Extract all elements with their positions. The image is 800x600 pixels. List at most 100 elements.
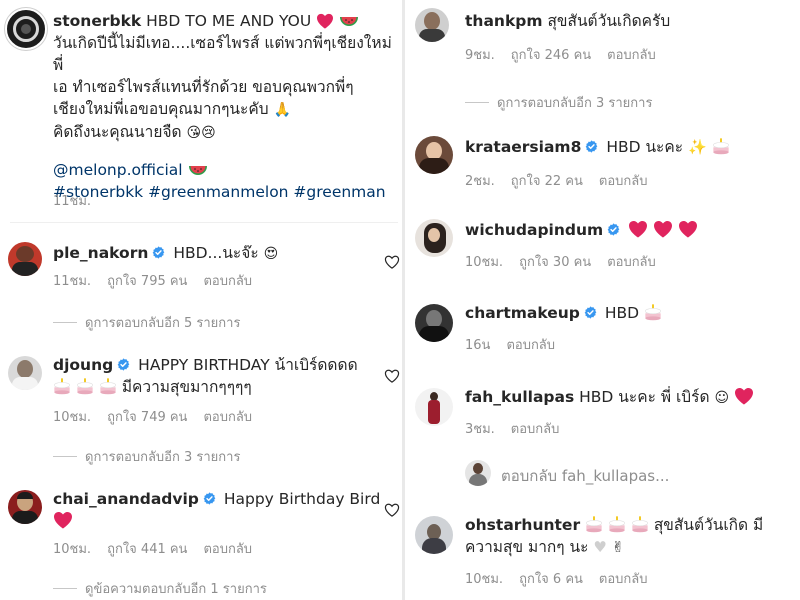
cake-emoji-icon — [644, 303, 662, 321]
reply-button[interactable]: ตอบกลับ — [203, 410, 252, 425]
avatar[interactable] — [5, 8, 47, 50]
smile-emoji-icon: ☺ — [714, 390, 730, 406]
post-caption: stonerbkk HBD TO ME AND YOU วันเกิดปีนี้… — [0, 0, 400, 209]
watermelon-emoji-icon — [339, 15, 359, 29]
reply-preview-text: ตอบกลับ fah_kullapas... — [501, 467, 670, 485]
avatar[interactable] — [415, 136, 453, 174]
victory-hand-emoji-icon: ✌ — [611, 538, 625, 556]
sparkles-emoji-icon: ✨ — [688, 138, 707, 156]
praying-hands-emoji-icon: 🙏 — [273, 102, 291, 118]
like-count[interactable]: ถูกใจ 246 คน — [511, 48, 591, 63]
view-replies-link[interactable]: ดูการตอบกลับอีก 5 รายการ — [53, 312, 240, 333]
like-count[interactable]: ถูกใจ 441 คน — [107, 542, 187, 557]
comment-time: 2ชม. — [465, 174, 495, 189]
heart-emoji-icon — [653, 220, 673, 238]
comment-item: djoung HAPPY BIRTHDAY น้าเบิร์ดดดด มีควา… — [0, 348, 400, 465]
like-count[interactable]: ถูกใจ 795 คน — [107, 274, 187, 289]
reply-button[interactable]: ตอบกลับ — [506, 338, 555, 353]
verified-badge-icon — [607, 223, 620, 236]
comment-time: 11ชม. — [53, 274, 92, 289]
reply-preview[interactable]: ตอบกลับ fah_kullapas... — [405, 458, 800, 488]
view-replies-link[interactable]: ดูข้อความตอบกลับอีก 1 รายการ — [53, 578, 267, 599]
view-replies-label: ดูการตอบกลับอีก 3 รายการ — [497, 96, 653, 111]
comment-username[interactable]: chai_anandadvip — [53, 490, 199, 508]
comment-time: 10ชม. — [53, 410, 92, 425]
avatar[interactable] — [415, 8, 449, 42]
comment-username[interactable]: krataersiam8 — [465, 138, 581, 156]
comment-text-line-1: สุขสันต์วันเกิด มี — [653, 516, 764, 534]
cake-emoji-icon — [712, 137, 730, 155]
comment-time: 3ชม. — [465, 422, 495, 437]
reply-button[interactable]: ตอบกลับ — [607, 255, 656, 270]
comment-text-line-2: ความสุข มากๆ นะ — [465, 538, 589, 556]
caption-text: stonerbkk HBD TO ME AND YOU วันเกิดปีนี้… — [53, 10, 398, 203]
reply-button[interactable]: ตอบกลับ — [607, 48, 656, 63]
left-comments-panel: stonerbkk HBD TO ME AND YOU วันเกิดปีนี้… — [0, 0, 405, 600]
divider — [10, 222, 398, 223]
mention-link[interactable]: @melonp.official — [53, 161, 183, 179]
comment-item: ple_nakorn HBD...นะจ๊ะ 😍 11ชม. ถูกใจ 795 … — [0, 232, 400, 332]
comment-text: HBD — [604, 304, 640, 322]
comment-item: chai_anandadvip Happy Birthday Bird 10ชม… — [0, 482, 400, 600]
avatar[interactable] — [8, 356, 42, 390]
comment-text: HBD นะคะ พี่ เบิร์ด — [579, 388, 710, 406]
comment-text-line-2: มีความสุขมากๆๆๆๆ — [121, 378, 252, 396]
comment-item: krataersiam8 HBD นะคะ ✨ 2ชม. ถูกใจ 22 คน ต… — [405, 132, 800, 192]
heart-outline-icon[interactable] — [384, 368, 400, 384]
avatar[interactable] — [415, 516, 453, 554]
cake-emoji-icon — [76, 377, 94, 395]
heart-emoji-icon — [734, 387, 754, 405]
reply-button[interactable]: ตอบกลับ — [599, 572, 648, 587]
comment-text: HBD นะคะ — [606, 138, 684, 156]
hashtags[interactable]: #stonerbkk #greenmanmelon #greenman — [53, 181, 398, 203]
view-replies-link[interactable]: ดูการตอบกลับอีก 3 รายการ — [53, 446, 240, 467]
comment-username[interactable]: thankpm — [465, 12, 543, 30]
verified-badge-icon — [584, 306, 597, 319]
comment-username[interactable]: chartmakeup — [465, 304, 580, 322]
comment-item: fah_kullapas HBD นะคะ พี่ เบิร์ด ☺ 3ชม. ต… — [405, 384, 800, 444]
avatar[interactable] — [465, 460, 491, 486]
avatar[interactable] — [415, 219, 453, 257]
comment-time: 10ชม. — [465, 255, 504, 270]
like-count[interactable]: ถูกใจ 22 คน — [511, 174, 583, 189]
like-count[interactable]: ถูกใจ 6 คน — [519, 572, 583, 587]
reply-button[interactable]: ตอบกลับ — [599, 174, 648, 189]
verified-badge-icon — [203, 492, 216, 505]
heart-emoji-icon — [628, 220, 648, 238]
caption-line-1: HBD TO ME AND YOU — [146, 12, 312, 30]
comment-item: thankpm สุขสันต์วันเกิดครับ 9ชม. ถูกใจ 24… — [405, 0, 800, 120]
reply-button[interactable]: ตอบกลับ — [203, 542, 252, 557]
comment-username[interactable]: wichudapindum — [465, 221, 603, 239]
comment-username[interactable]: djoung — [53, 356, 113, 374]
like-count[interactable]: ถูกใจ 30 คน — [519, 255, 591, 270]
comment-username[interactable]: ple_nakorn — [53, 244, 148, 262]
avatar[interactable] — [415, 388, 453, 426]
heart-outline-icon[interactable] — [384, 502, 400, 518]
comment-item: ohstarhunter สุขสันต์วันเกิด มี ความสุข … — [405, 512, 800, 600]
view-replies-label: ดูการตอบกลับอีก 3 รายการ — [85, 450, 241, 465]
cake-emoji-icon — [608, 515, 626, 533]
cake-emoji-icon — [99, 377, 117, 395]
avatar[interactable] — [8, 490, 42, 524]
caption-line-5: คิดถึงนะคุณนายจืด — [53, 123, 182, 141]
comment-username[interactable]: fah_kullapas — [465, 388, 574, 406]
comment-username[interactable]: ohstarhunter — [465, 516, 580, 534]
cake-emoji-icon — [585, 515, 603, 533]
comment-item: wichudapindum 10ชม. ถูกใจ 30 คน ตอบกลับ — [405, 215, 800, 275]
reply-button[interactable]: ตอบกลับ — [203, 274, 252, 289]
white-heart-emoji-icon: ♥ — [593, 538, 607, 556]
watermelon-emoji-icon — [188, 164, 208, 178]
comment-text: HBD...นะจ๊ะ — [173, 244, 259, 262]
avatar[interactable] — [415, 304, 453, 342]
caption-line-3: เอ ทำเซอร์ไพรส์แทนที่รักด้วย ขอบคุณพวกพี… — [53, 78, 354, 96]
like-count[interactable]: ถูกใจ 749 คน — [107, 410, 187, 425]
verified-badge-icon — [152, 246, 165, 259]
comment-time: 10ชม. — [53, 542, 92, 557]
post-username[interactable]: stonerbkk — [53, 12, 141, 30]
verified-badge-icon — [585, 140, 598, 153]
right-comments-panel: thankpm สุขสันต์วันเกิดครับ 9ชม. ถูกใจ 24… — [405, 0, 800, 600]
view-replies-link[interactable]: ดูการตอบกลับอีก 3 รายการ — [465, 92, 652, 113]
reply-button[interactable]: ตอบกลับ — [511, 422, 560, 437]
avatar[interactable] — [8, 242, 42, 276]
heart-outline-icon[interactable] — [384, 254, 400, 270]
